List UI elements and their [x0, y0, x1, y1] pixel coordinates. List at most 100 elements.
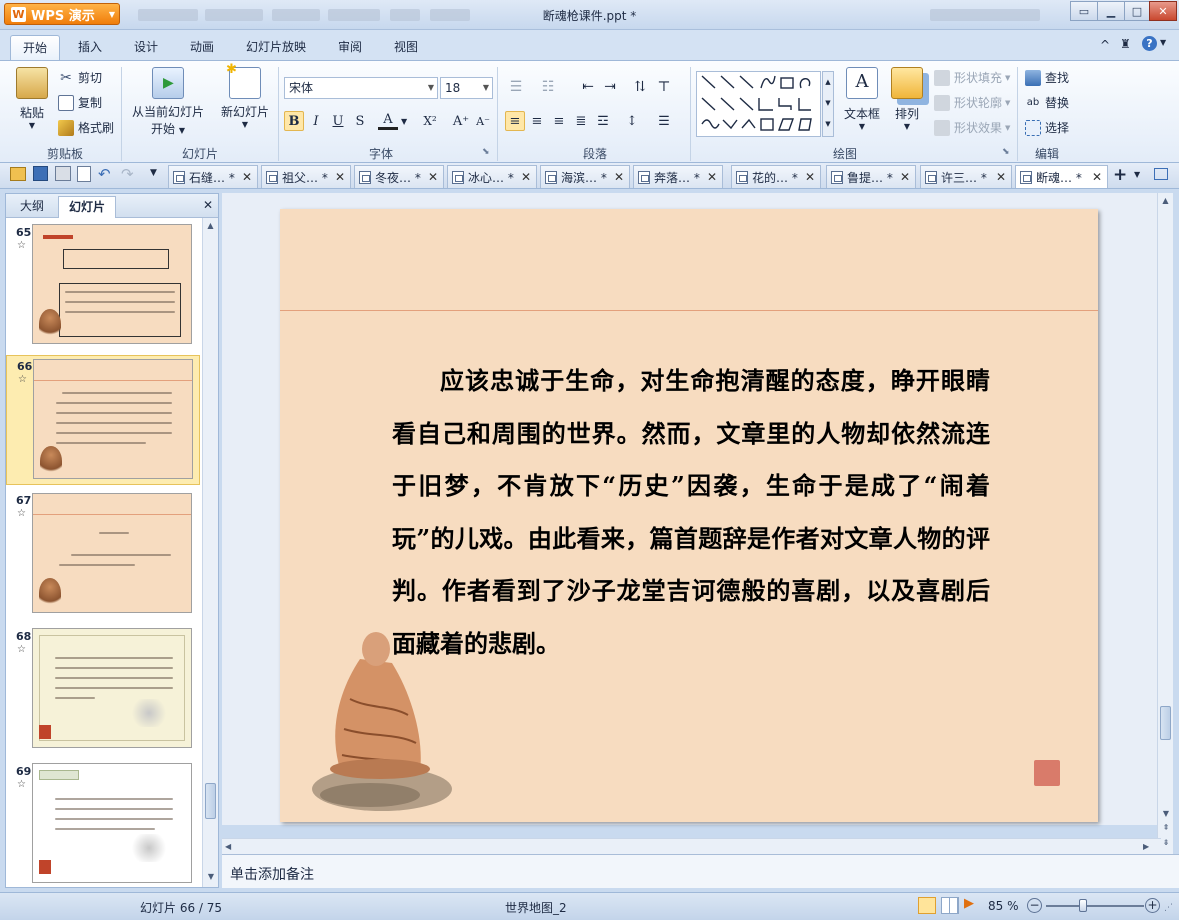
font-size-select[interactable]: 18 ▼	[440, 77, 493, 99]
font-color-button[interactable]: A	[378, 111, 398, 130]
replace-button[interactable]: ab 替换	[1025, 94, 1069, 111]
thumbnail-slot[interactable]: 65 ☆	[6, 222, 200, 350]
copy-button[interactable]: 复制	[58, 94, 102, 111]
scroll-up-icon[interactable]: ▲	[203, 221, 218, 230]
close-tab-icon[interactable]: ✕	[335, 170, 345, 184]
doc-tab[interactable]: 冰心… * ✕	[447, 165, 537, 188]
close-tab-icon[interactable]: ✕	[805, 170, 815, 184]
shape-outline-button[interactable]: 形状轮廓 ▼	[934, 94, 1010, 111]
doc-tab-active[interactable]: 断魂… * ✕	[1015, 165, 1108, 188]
close-tab-icon[interactable]: ✕	[707, 170, 717, 184]
slide-scrollbar[interactable]: ▲ ▼ ⇞ ⇟	[1157, 193, 1173, 855]
maximize-button[interactable]: □	[1124, 1, 1150, 21]
zoom-out-button[interactable]: −	[1027, 898, 1042, 913]
current-slide[interactable]: 应该忠诚于生命，对生命抱清醒的态度，睁开眼睛看自己和周围的世界。然而，文章里的人…	[280, 209, 1098, 822]
thumbnail-scrollbar[interactable]: ▲ ▼	[202, 218, 218, 887]
scroll-left-icon[interactable]: ◀	[225, 842, 231, 851]
close-window-button[interactable]: ✕	[1149, 1, 1177, 21]
text-direction-icon[interactable]: ⇅	[630, 77, 650, 97]
tab-slides[interactable]: 幻灯片	[58, 196, 117, 218]
zoom-in-button[interactable]: +	[1145, 898, 1160, 913]
drawing-dialog-launcher-icon[interactable]: ⬊	[1002, 147, 1010, 157]
tab-design[interactable]: 设计	[122, 35, 170, 60]
resize-grip-icon[interactable]: ⋰	[1164, 903, 1173, 913]
scrollbar-thumb[interactable]	[1160, 705, 1171, 740]
notes-pane[interactable]: 单击添加备注	[222, 854, 1179, 888]
shape-effect-button[interactable]: 形状效果 ▼	[934, 119, 1010, 136]
doc-tab[interactable]: 海滨… * ✕	[540, 165, 630, 188]
close-tab-icon[interactable]: ✕	[242, 170, 252, 184]
new-tab-icon[interactable]: +	[1113, 165, 1127, 185]
align-left-button[interactable]: ≡	[505, 111, 525, 131]
font-name-select[interactable]: 宋体 ▼	[284, 77, 438, 99]
paste-button[interactable]: 粘贴 ▼	[14, 67, 50, 137]
minimize-button[interactable]: ▁	[1097, 1, 1125, 21]
tab-insert[interactable]: 插入	[66, 35, 114, 60]
find-button[interactable]: 查找	[1025, 69, 1069, 86]
scroll-right-icon[interactable]: ▶	[1143, 842, 1149, 851]
scrollbar-thumb[interactable]	[205, 783, 216, 819]
superscript-button[interactable]: X²	[420, 111, 440, 131]
thumbnail-slot-selected[interactable]: 66 ☆	[6, 355, 200, 485]
shape-fill-button[interactable]: 形状填充 ▼	[934, 69, 1010, 86]
tab-list-icon[interactable]: ▼	[1134, 170, 1140, 179]
tab-view[interactable]: 视图	[382, 35, 430, 60]
tab-animation[interactable]: 动画	[178, 35, 226, 60]
undo-icon[interactable]: ↶	[98, 165, 111, 183]
customize-toolbar-icon[interactable]: ▼	[150, 168, 157, 178]
grow-font-button[interactable]: A⁺	[451, 111, 471, 131]
format-painter-button[interactable]: 格式刷	[58, 119, 114, 136]
shrink-font-button[interactable]: A⁻	[473, 111, 493, 131]
redo-icon[interactable]: ↷	[121, 165, 134, 183]
arrange-button[interactable]: 排列 ▼	[888, 67, 926, 137]
textbox-button[interactable]: A 文本框 ▼	[842, 67, 882, 137]
horizontal-scrollbar[interactable]: ◀ ▶	[222, 838, 1161, 854]
close-tab-icon[interactable]: ✕	[521, 170, 531, 184]
help-icon[interactable]: ?	[1142, 36, 1157, 51]
doc-tab[interactable]: 祖父… * ✕	[261, 165, 351, 188]
save-icon[interactable]	[33, 166, 48, 181]
tab-slideshow[interactable]: 幻灯片放映	[234, 35, 318, 60]
thumbnail-slot[interactable]: 67 ☆	[6, 490, 200, 618]
line-spacing-icon[interactable]: ↕	[622, 111, 642, 131]
distribute-button[interactable]: ☲	[593, 111, 613, 131]
doc-tab[interactable]: 石缝… * ✕	[168, 165, 258, 188]
align-text-icon[interactable]: ⊤	[654, 77, 674, 97]
thumbnail-slot[interactable]: 69 ☆	[6, 761, 200, 887]
close-pane-icon[interactable]: ✕	[203, 198, 213, 212]
window-menu-button[interactable]: ▭	[1070, 1, 1098, 21]
font-dialog-launcher-icon[interactable]: ⬊	[482, 147, 490, 157]
doc-tab[interactable]: 许三… * ✕	[920, 165, 1012, 188]
doc-tab[interactable]: 奔落… * ✕	[633, 165, 723, 188]
scroll-down-icon[interactable]: ▼	[203, 872, 219, 881]
italic-button[interactable]: I	[306, 111, 326, 131]
scroll-up-icon[interactable]: ▲	[1158, 196, 1173, 205]
numbering-icon[interactable]: ☷	[538, 77, 558, 97]
bullets-icon[interactable]: ☰	[506, 77, 526, 97]
cut-button[interactable]: ✂ 剪切	[58, 69, 102, 86]
previous-slide-icon[interactable]: ⇞	[1158, 823, 1174, 832]
close-tab-icon[interactable]: ✕	[614, 170, 624, 184]
play-from-current-button[interactable]: ▶ 从当前幻灯片 开始 ▼	[128, 67, 208, 141]
scroll-down-icon[interactable]: ▼	[1158, 809, 1174, 818]
select-button[interactable]: 选择	[1025, 119, 1069, 136]
tab-review[interactable]: 审阅	[326, 35, 374, 60]
thumbnail-slot[interactable]: 68 ☆	[6, 626, 200, 754]
doc-tab[interactable]: 花的… * ✕	[731, 165, 821, 188]
chevron-down-icon[interactable]: ▼	[401, 117, 407, 126]
columns-icon[interactable]: ☰	[654, 111, 674, 131]
skin-icon[interactable]: ♜	[1120, 37, 1131, 51]
align-right-button[interactable]: ≡	[549, 111, 569, 131]
collapse-ribbon-icon[interactable]: ^	[1100, 38, 1110, 52]
new-slide-button[interactable]: ✱ 新幻灯片 ▼	[216, 62, 274, 141]
print-preview-icon[interactable]	[77, 166, 91, 182]
print-icon[interactable]	[55, 166, 71, 181]
zoom-slider-handle[interactable]	[1079, 899, 1088, 912]
shapes-gallery-scroll[interactable]: ▲ ▼ ▼	[822, 71, 834, 137]
doc-tab[interactable]: 鲁提… * ✕	[826, 165, 916, 188]
close-tab-icon[interactable]: ✕	[996, 170, 1006, 184]
window-mode-icon[interactable]	[1154, 168, 1168, 180]
slide-body-text[interactable]: 应该忠诚于生命，对生命抱清醒的态度，睁开眼睛看自己和周围的世界。然而，文章里的人…	[392, 355, 990, 670]
shapes-gallery[interactable]	[696, 71, 821, 137]
open-folder-icon[interactable]	[10, 167, 26, 181]
